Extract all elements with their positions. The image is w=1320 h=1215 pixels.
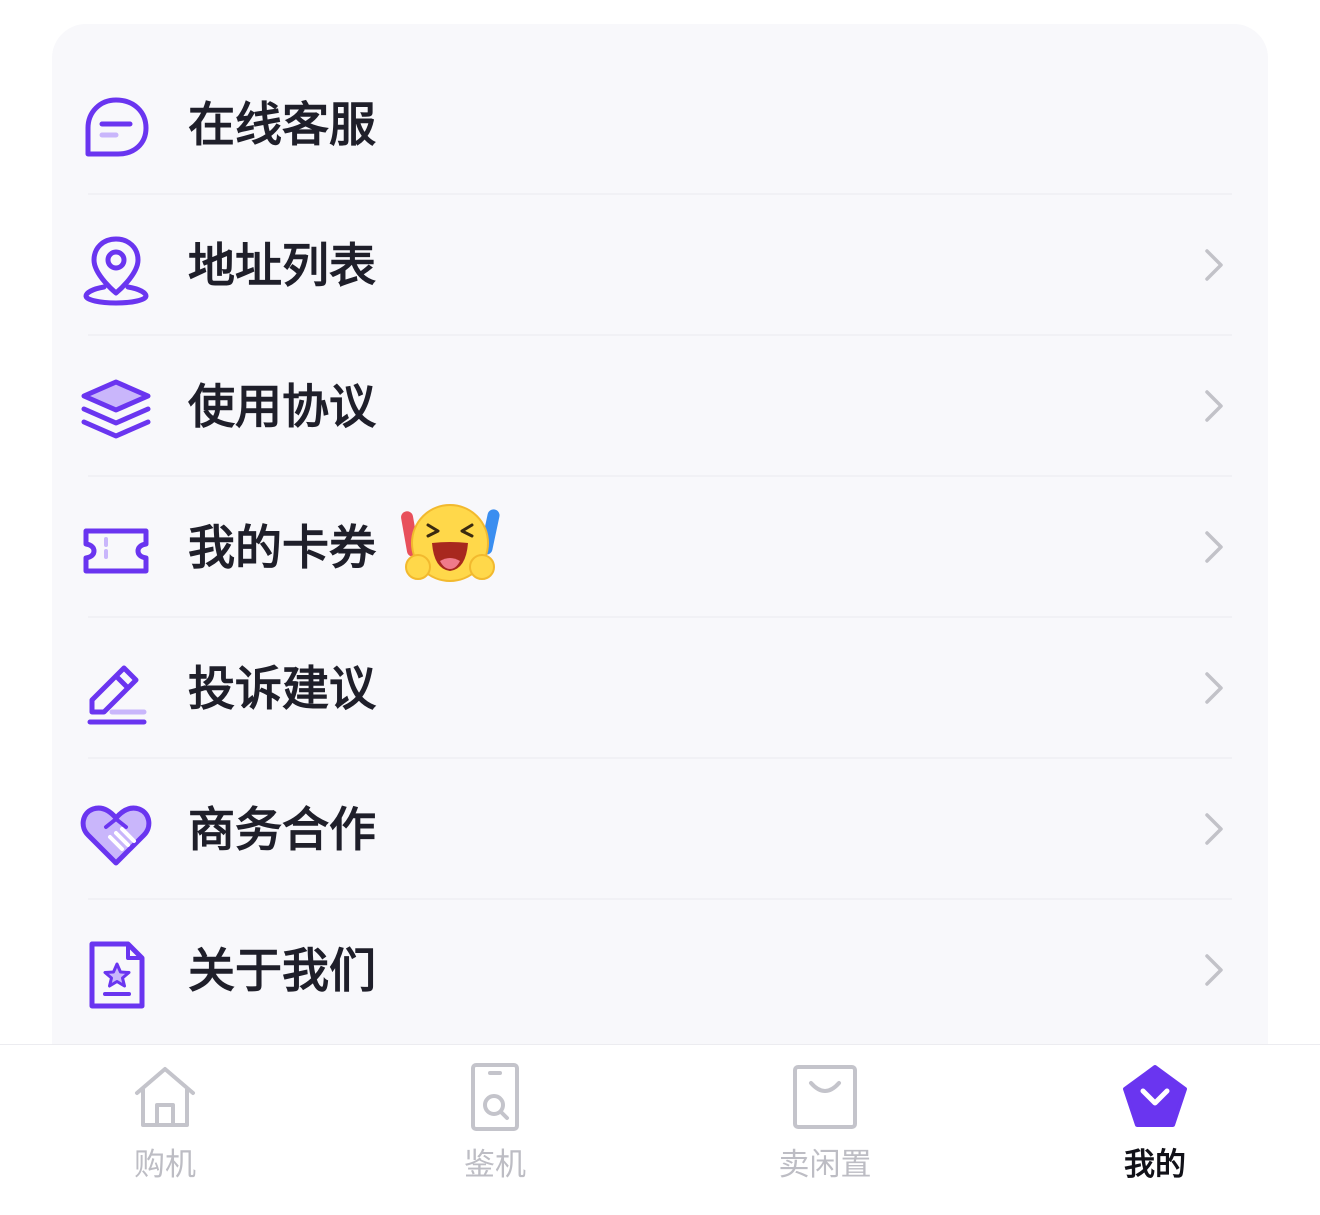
chevron-right-icon xyxy=(1202,245,1226,285)
layers-icon xyxy=(76,370,156,450)
phone-inspect-icon xyxy=(459,1061,531,1133)
menu-item-feedback[interactable]: 投诉建议 xyxy=(52,618,1268,759)
menu-item-label: 商务合作 xyxy=(188,803,376,858)
cheering-emoji xyxy=(398,495,502,591)
tab-label: 鉴机 xyxy=(464,1147,526,1183)
tab-label: 我的 xyxy=(1124,1147,1186,1183)
menu-item-label: 在线客服 xyxy=(188,98,376,153)
document-star-icon xyxy=(76,934,156,1014)
menu-item-user-agreement[interactable]: 使用协议 xyxy=(52,336,1268,477)
menu-item-address-list[interactable]: 地址列表 xyxy=(52,195,1268,336)
menu-item-about-us[interactable]: 关于我们 xyxy=(52,900,1268,1041)
chevron-right-icon xyxy=(1202,386,1226,426)
tab-buy-phone[interactable]: 购机 xyxy=(55,1045,275,1215)
chevron-right-icon xyxy=(1202,668,1226,708)
location-pin-icon xyxy=(76,229,156,309)
edit-pencil-icon xyxy=(76,652,156,732)
menu-item-label: 地址列表 xyxy=(188,239,376,294)
tab-label: 卖闲置 xyxy=(778,1147,872,1183)
tab-inspect-phone[interactable]: 鉴机 xyxy=(385,1045,605,1215)
chevron-right-icon xyxy=(1202,950,1226,990)
tab-mine[interactable]: 我的 xyxy=(1045,1045,1265,1215)
chat-bubble-icon xyxy=(76,88,156,168)
profile-page: 在线客服 地址列表 使用协议 我的卡券 投诉建议 商务合作 关于我们 购机 鉴机… xyxy=(0,0,1320,1215)
menu-item-business-cooperation[interactable]: 商务合作 xyxy=(52,759,1268,900)
tab-label: 购机 xyxy=(134,1147,196,1183)
tab-sell-used[interactable]: 卖闲置 xyxy=(715,1045,935,1215)
menu-item-label: 使用协议 xyxy=(188,380,376,435)
menu-item-online-service[interactable]: 在线客服 xyxy=(52,54,1268,195)
shopping-bag-icon xyxy=(789,1061,861,1133)
menu-card: 在线客服 地址列表 使用协议 我的卡券 投诉建议 商务合作 关于我们 xyxy=(52,24,1268,1084)
ticket-icon xyxy=(76,511,156,591)
home-icon xyxy=(129,1061,201,1133)
menu-item-label: 投诉建议 xyxy=(188,662,376,717)
menu-item-my-coupons[interactable]: 我的卡券 xyxy=(52,477,1268,618)
bottom-tab-bar: 购机 鉴机 卖闲置 我的 xyxy=(0,1044,1320,1215)
menu-item-label: 关于我们 xyxy=(188,944,376,999)
menu-item-label: 我的卡券 xyxy=(188,521,376,576)
chevron-right-icon xyxy=(1202,809,1226,849)
diamond-chevron-icon xyxy=(1119,1061,1191,1133)
chevron-right-icon xyxy=(1202,527,1226,567)
handshake-heart-icon xyxy=(76,793,156,873)
